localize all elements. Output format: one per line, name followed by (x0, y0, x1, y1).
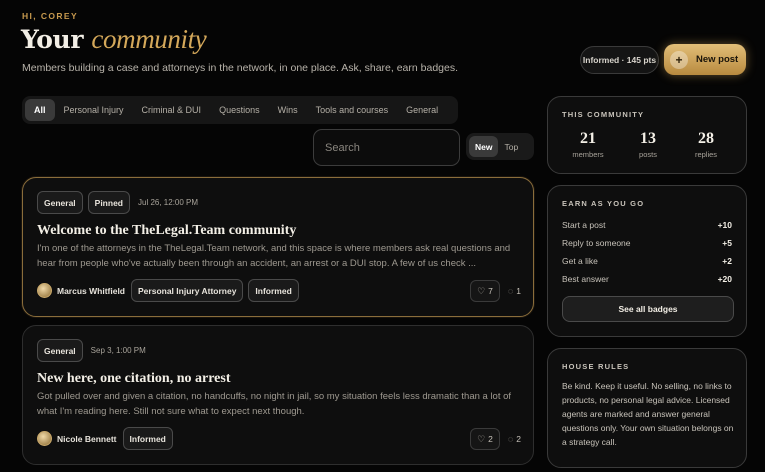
page-title: Your community (21, 24, 207, 55)
filter-wins[interactable]: Wins (269, 99, 307, 121)
greeting: HI, COREY (22, 11, 79, 21)
reply-count-button[interactable]: ◌ 1 (508, 286, 521, 296)
page-subtitle: Members building a case and attorneys in… (22, 62, 459, 74)
earn-points: +2 (722, 256, 732, 266)
post-title[interactable]: Welcome to the TheLegal.Team community (37, 223, 296, 239)
earn-row: Start a post +10 (562, 220, 732, 230)
earn-row: Get a like +2 (562, 256, 732, 266)
reply-count: 1 (516, 286, 521, 296)
points-badge[interactable]: Informed · 145 pts (580, 46, 659, 74)
post-card[interactable]: General Sep 3, 1:00 PM New here, one cit… (22, 325, 534, 465)
avatar[interactable] (37, 431, 52, 446)
like-count: 7 (488, 286, 493, 296)
author-name[interactable]: Nicole Bennett (57, 434, 117, 444)
comment-icon: ◌ (507, 434, 514, 444)
sort-new[interactable]: New (469, 136, 499, 157)
category-filters: All Personal Injury Criminal & DUI Quest… (22, 96, 458, 124)
stat-label: posts (639, 150, 657, 159)
search-input[interactable] (313, 129, 460, 166)
panel-title: THIS COMMUNITY (562, 110, 645, 119)
earn-points: +5 (722, 238, 732, 248)
page-title-main: Your (21, 25, 84, 54)
stat-number: 21 (580, 130, 596, 147)
earn-label: Reply to someone (562, 238, 631, 248)
filter-tools-courses[interactable]: Tools and courses (307, 99, 398, 121)
earn-row: Best answer +20 (562, 274, 732, 284)
post-body: I'm one of the attorneys in the TheLegal… (37, 243, 511, 269)
like-count: 2 (488, 434, 493, 444)
post-tag[interactable]: Pinned (87, 191, 130, 214)
post-body: Got pulled over and given a citation, no… (37, 391, 512, 417)
comment-icon: ◌ (507, 286, 514, 296)
stat-replies: 28 replies (676, 130, 736, 159)
earn-label: Get a like (562, 256, 598, 266)
earn-row: Reply to someone +5 (562, 238, 732, 248)
house-rules-text: Be kind. Keep it useful. No selling, no … (562, 381, 734, 447)
author-name[interactable]: Marcus Whitfield (57, 286, 125, 296)
stat-posts: 13 posts (618, 130, 678, 159)
reply-count: 2 (516, 434, 521, 444)
post-date: Sep 3, 1:00 PM (90, 346, 146, 355)
sort-toggle: New Top (466, 133, 534, 160)
see-all-badges-button[interactable]: See all badges (562, 296, 734, 322)
heart-icon: ♡ (477, 433, 486, 444)
post-tag[interactable]: General (37, 339, 83, 362)
stat-members: 21 members (558, 130, 618, 159)
earn-label: Best answer (562, 274, 609, 284)
author-badge: Informed (122, 427, 173, 450)
like-button[interactable]: ♡ 2 (470, 428, 500, 450)
filter-personal-injury[interactable]: Personal Injury (55, 99, 133, 121)
post-title[interactable]: New here, one citation, no arrest (37, 371, 231, 387)
earn-points: +20 (717, 274, 732, 284)
new-post-button[interactable]: + New post (664, 44, 746, 75)
avatar[interactable] (37, 283, 52, 298)
sort-top[interactable]: Top (498, 136, 524, 157)
page-title-accent: community (91, 24, 207, 54)
stat-number: 13 (640, 130, 656, 147)
heart-icon: ♡ (477, 285, 486, 296)
stat-label: members (572, 150, 604, 159)
stat-number: 28 (698, 130, 714, 147)
panel-title: HOUSE RULES (562, 362, 630, 371)
post-card[interactable]: General Pinned Jul 26, 12:00 PM Welcome … (22, 177, 534, 317)
post-date: Jul 26, 12:00 PM (138, 198, 199, 207)
like-button[interactable]: ♡ 7 (470, 280, 500, 302)
community-stats-panel: THIS COMMUNITY 21 members 13 posts 28 re… (547, 96, 747, 174)
earn-points: +10 (717, 220, 732, 230)
stat-label: replies (694, 150, 718, 159)
reply-count-button[interactable]: ◌ 2 (508, 434, 521, 444)
earn-panel: EARN AS YOU GO Start a post +10 Reply to… (547, 185, 747, 337)
house-rules-panel: HOUSE RULES Be kind. Keep it useful. No … (547, 348, 747, 468)
earn-label: Start a post (562, 220, 606, 230)
plus-icon: + (670, 50, 688, 69)
filter-general[interactable]: General (397, 99, 447, 121)
panel-title: EARN AS YOU GO (562, 199, 645, 208)
filter-all[interactable]: All (25, 99, 55, 121)
filter-questions[interactable]: Questions (210, 99, 269, 121)
post-tag[interactable]: General (37, 191, 83, 214)
author-badge: Informed (248, 279, 299, 302)
filter-criminal-dui[interactable]: Criminal & DUI (133, 99, 211, 121)
author-badge: Personal Injury Attorney (131, 279, 244, 302)
new-post-label: New post (696, 54, 739, 65)
